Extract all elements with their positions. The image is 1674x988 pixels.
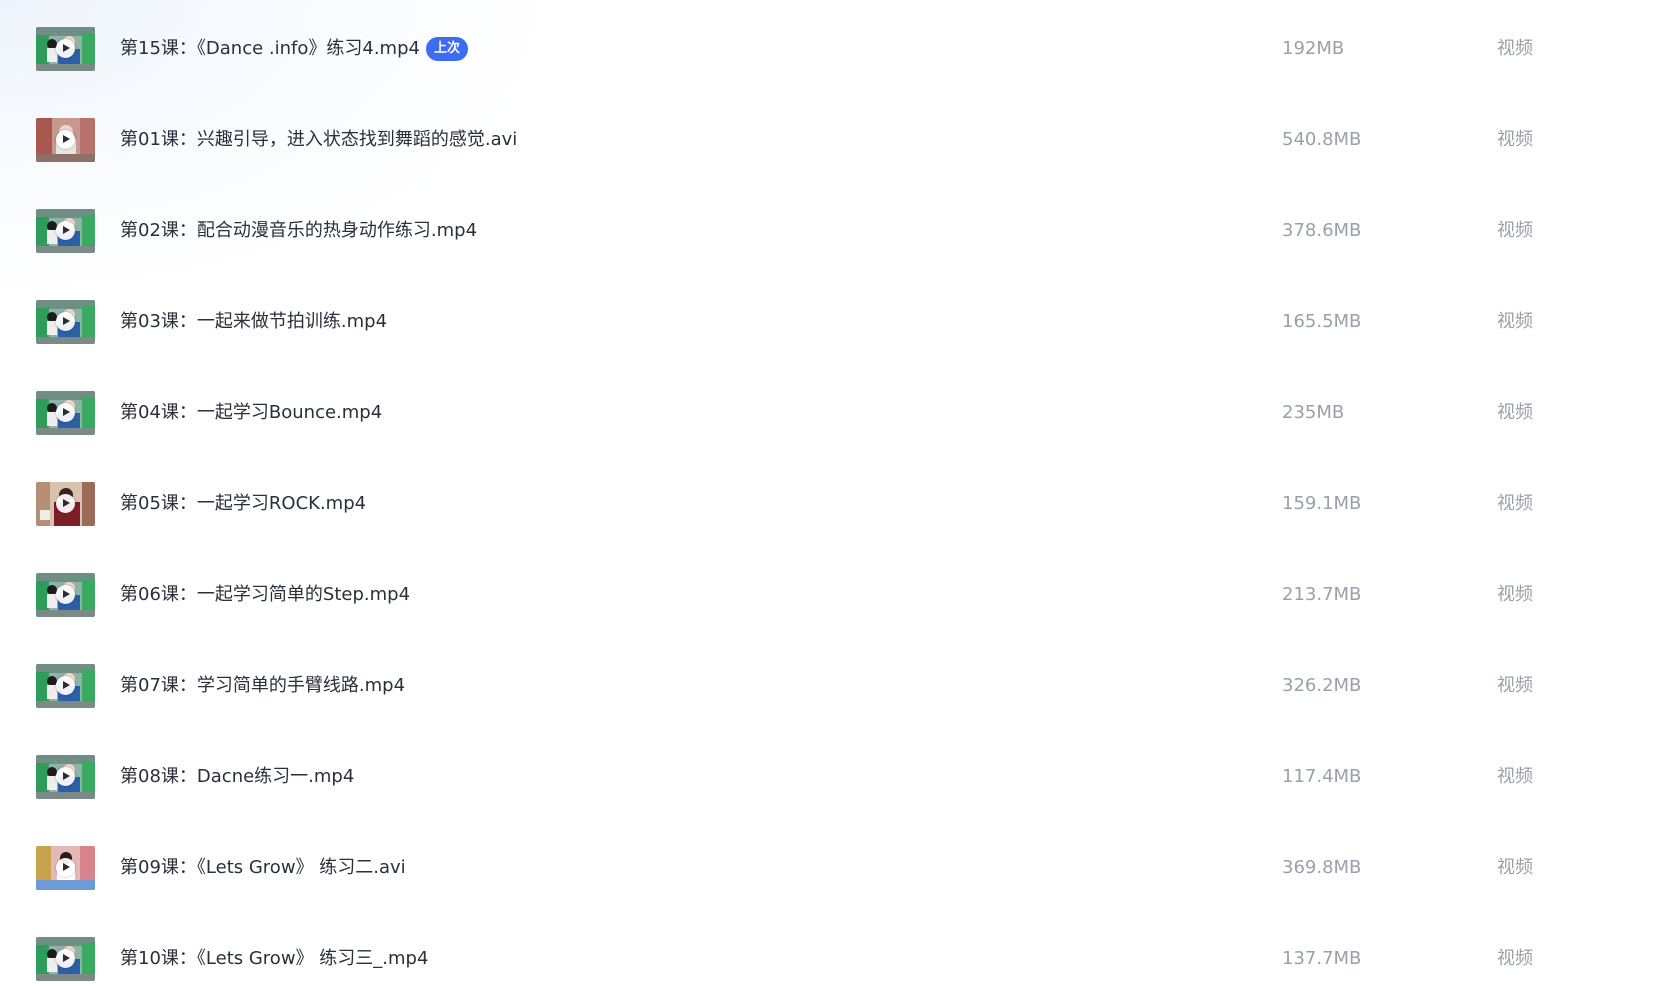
- file-type: 视频: [1497, 402, 1533, 423]
- video-thumbnail[interactable]: [36, 937, 95, 981]
- file-row[interactable]: 第07课：学习简单的手臂线路.mp4 326.2MB 视频: [0, 639, 1674, 730]
- last-watched-badge: 上次: [425, 37, 468, 61]
- file-row[interactable]: 第03课：一起来做节拍训练.mp4 165.5MB 视频: [0, 275, 1674, 366]
- file-size: 378.6MB: [1282, 220, 1362, 241]
- video-thumbnail[interactable]: [36, 664, 95, 708]
- file-title[interactable]: 第06课：一起学习简单的Step.mp4: [120, 582, 410, 608]
- play-icon: [56, 585, 75, 604]
- file-row[interactable]: 第15课：《Dance .info》练习4.mp4 上次 192MB 视频: [0, 2, 1674, 93]
- file-list: 第15课：《Dance .info》练习4.mp4 上次 192MB 视频 第0…: [0, 2, 1674, 988]
- video-thumbnail[interactable]: [36, 755, 95, 799]
- play-icon: [56, 130, 75, 149]
- file-type: 视频: [1497, 38, 1533, 59]
- play-icon: [56, 858, 75, 877]
- file-type: 视频: [1497, 948, 1533, 969]
- file-type: 视频: [1497, 766, 1533, 787]
- file-size: 326.2MB: [1282, 675, 1362, 696]
- file-title-text: 第02课：配合动漫音乐的热身动作练习.mp4: [120, 220, 478, 241]
- play-icon: [56, 949, 75, 968]
- file-size: 159.1MB: [1282, 493, 1362, 514]
- file-title-text: 第08课：Dacne练习一.mp4: [120, 766, 355, 787]
- file-title-text: 第04课：一起学习Bounce.mp4: [120, 402, 383, 423]
- file-size: 137.7MB: [1282, 948, 1362, 969]
- file-size: 117.4MB: [1282, 766, 1362, 787]
- file-title[interactable]: 第03课：一起来做节拍训练.mp4: [120, 309, 387, 335]
- file-type: 视频: [1497, 675, 1533, 696]
- video-thumbnail[interactable]: [36, 27, 95, 71]
- file-row[interactable]: 第04课：一起学习Bounce.mp4 235MB 视频: [0, 366, 1674, 457]
- file-type: 视频: [1497, 311, 1533, 332]
- file-title-text: 第01课：兴趣引导，进入状态找到舞蹈的感觉.avi: [120, 129, 518, 150]
- file-row[interactable]: 第01课：兴趣引导，进入状态找到舞蹈的感觉.avi 540.8MB 视频: [0, 93, 1674, 184]
- file-type: 视频: [1497, 129, 1533, 150]
- file-title-text: 第15课：《Dance .info》练习4.mp4: [120, 38, 420, 59]
- file-size: 192MB: [1282, 38, 1345, 59]
- file-title[interactable]: 第07课：学习简单的手臂线路.mp4: [120, 673, 405, 699]
- file-title-text: 第03课：一起来做节拍训练.mp4: [120, 311, 388, 332]
- file-title[interactable]: 第08课：Dacne练习一.mp4: [120, 764, 354, 790]
- page: 第15课：《Dance .info》练习4.mp4 上次 192MB 视频 第0…: [0, 0, 1674, 988]
- video-thumbnail[interactable]: [36, 482, 95, 526]
- file-title[interactable]: 第05课：一起学习ROCK.mp4: [120, 491, 366, 517]
- file-size: 165.5MB: [1282, 311, 1362, 332]
- file-title[interactable]: 第09课：《Lets Grow》 练习二.avi: [120, 855, 406, 881]
- file-row[interactable]: 第02课：配合动漫音乐的热身动作练习.mp4 378.6MB 视频: [0, 184, 1674, 275]
- file-row[interactable]: 第05课：一起学习ROCK.mp4 159.1MB 视频: [0, 457, 1674, 548]
- file-title[interactable]: 第04课：一起学习Bounce.mp4: [120, 400, 382, 426]
- file-row[interactable]: 第10课：《Lets Grow》 练习三_.mp4 137.7MB 视频: [0, 912, 1674, 988]
- play-icon: [56, 676, 75, 695]
- play-icon: [56, 39, 75, 58]
- play-icon: [56, 403, 75, 422]
- play-icon: [56, 494, 75, 513]
- play-icon: [56, 221, 75, 240]
- video-thumbnail[interactable]: [36, 846, 95, 890]
- file-title-text: 第06课：一起学习简单的Step.mp4: [120, 584, 411, 605]
- file-type: 视频: [1497, 220, 1533, 241]
- file-type: 视频: [1497, 584, 1533, 605]
- file-row[interactable]: 第09课：《Lets Grow》 练习二.avi 369.8MB 视频: [0, 821, 1674, 912]
- video-thumbnail[interactable]: [36, 209, 95, 253]
- file-row[interactable]: 第08课：Dacne练习一.mp4 117.4MB 视频: [0, 730, 1674, 821]
- file-title[interactable]: 第02课：配合动漫音乐的热身动作练习.mp4: [120, 218, 477, 244]
- file-title[interactable]: 第15课：《Dance .info》练习4.mp4 上次: [120, 36, 468, 62]
- file-title-text: 第07课：学习简单的手臂线路.mp4: [120, 675, 406, 696]
- file-size: 540.8MB: [1282, 129, 1362, 150]
- file-size: 213.7MB: [1282, 584, 1362, 605]
- video-thumbnail[interactable]: [36, 118, 95, 162]
- file-title[interactable]: 第10课：《Lets Grow》 练习三_.mp4: [120, 946, 428, 972]
- file-size: 369.8MB: [1282, 857, 1362, 878]
- file-row[interactable]: 第06课：一起学习简单的Step.mp4 213.7MB 视频: [0, 548, 1674, 639]
- video-thumbnail[interactable]: [36, 300, 95, 344]
- file-size: 235MB: [1282, 402, 1345, 423]
- file-type: 视频: [1497, 857, 1533, 878]
- file-title[interactable]: 第01课：兴趣引导，进入状态找到舞蹈的感觉.avi: [120, 127, 517, 153]
- file-title-text: 第09课：《Lets Grow》 练习二.avi: [120, 857, 406, 878]
- play-icon: [56, 312, 75, 331]
- video-thumbnail[interactable]: [36, 573, 95, 617]
- file-title-text: 第10课：《Lets Grow》 练习三_.mp4: [120, 948, 429, 969]
- file-type: 视频: [1497, 493, 1533, 514]
- play-icon: [56, 767, 75, 786]
- video-thumbnail[interactable]: [36, 391, 95, 435]
- file-title-text: 第05课：一起学习ROCK.mp4: [120, 493, 367, 514]
